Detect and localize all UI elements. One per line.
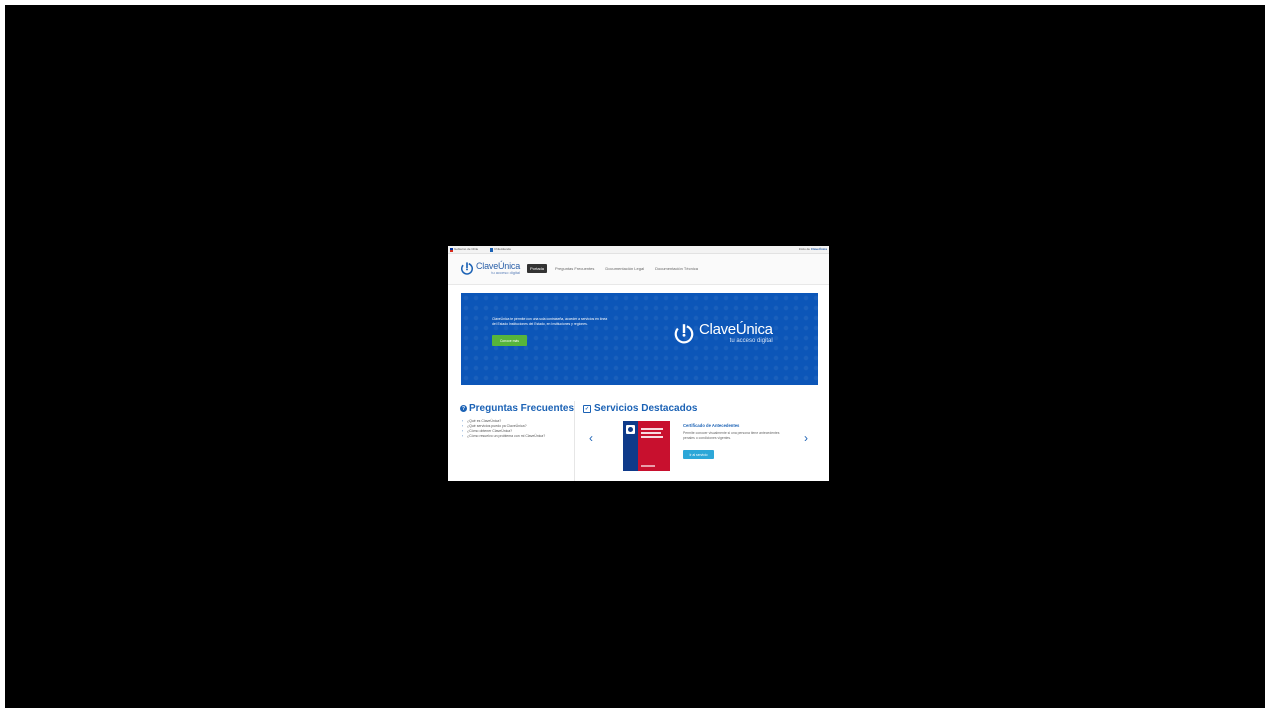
service-description: Permite conocer visualmente si una perso… — [683, 431, 780, 440]
claveunica-logo[interactable]: ClaveÚnica tu acceso digital — [460, 261, 520, 275]
card-text-line — [641, 428, 663, 430]
hero-cta-button[interactable]: Conoce más — [492, 335, 527, 346]
gov-bar-login-prefix: Inicio de — [798, 247, 810, 251]
service-go-button[interactable]: Ir al servicio — [683, 450, 714, 459]
service-name[interactable]: Certificado de Antecedentes — [683, 423, 739, 428]
website-viewport: Gobierno de Chile ChileAtiende Inicio de… — [448, 246, 829, 481]
service-card-image[interactable] — [623, 421, 670, 471]
nav-preguntas-frecuentes[interactable]: Preguntas Frecuentes — [552, 264, 597, 273]
chileatiende-icon — [490, 247, 493, 252]
carousel-prev-icon[interactable]: ‹ — [589, 431, 593, 445]
screen-backdrop: Gobierno de Chile ChileAtiende Inicio de… — [5, 5, 1265, 708]
site-header: ClaveÚnica tu acceso digital Portada Pre… — [448, 254, 829, 285]
section-divider — [574, 401, 575, 481]
question-icon: ? — [460, 405, 467, 412]
faq-list: ¿Qué es ClaveÚnica? ¿Qué servicios puedo… — [460, 419, 575, 439]
gov-link-label: Gobierno de Chile — [454, 247, 479, 251]
main-nav: Portada Preguntas Frecuentes Documentaci… — [527, 264, 701, 273]
card-text-line — [641, 432, 661, 434]
faq-section: ? Preguntas Frecuentes ¿Qué es ClaveÚnic… — [460, 403, 575, 439]
hero-logo-tagline: tu acceso digital — [729, 338, 773, 344]
hero-banner: ClaveÚnica te permite con una sola contr… — [461, 293, 818, 385]
nav-documentacion-tecnica[interactable]: Documentación Técnica — [652, 264, 701, 273]
card-text-line — [641, 465, 655, 467]
gov-bar-login-link[interactable]: Inicio de ClaveÚnica — [799, 246, 827, 253]
carousel-next-icon[interactable]: › — [804, 431, 808, 445]
power-icon — [460, 262, 474, 275]
nav-portada[interactable]: Portada — [527, 264, 548, 273]
power-icon — [674, 324, 694, 344]
hero-logo-name: ClaveÚnica — [699, 321, 773, 338]
gov-link-chileatiende[interactable]: ChileAtiende — [490, 246, 511, 253]
checkbox-icon: ✓ — [583, 404, 591, 413]
nav-documentacion-legal[interactable]: Documentación Legal — [602, 264, 647, 273]
chile-crest-icon — [626, 425, 635, 434]
services-title-text: Servicios Destacados — [594, 403, 698, 414]
gov-bar-login-label: ClaveÚnica — [810, 247, 827, 251]
gov-link-label: ChileAtiende — [494, 247, 512, 251]
government-top-bar: Gobierno de Chile ChileAtiende Inicio de… — [448, 246, 829, 254]
hero-logo: ClaveÚnica tu acceso digital — [673, 322, 773, 344]
faq-title-text: Preguntas Frecuentes — [469, 403, 575, 414]
featured-services-section: ✓ Servicios Destacados ‹ Certificado de … — [583, 403, 823, 481]
faq-heading: ? Preguntas Frecuentes — [460, 403, 575, 414]
chile-flag-icon — [450, 247, 453, 252]
card-text-line — [641, 436, 663, 438]
services-heading: ✓ Servicios Destacados — [583, 403, 823, 414]
logo-tagline: tu acceso digital — [491, 269, 521, 275]
gov-link-gobierno[interactable]: Gobierno de Chile — [450, 246, 478, 253]
hero-description: ClaveÚnica te permite con una sola contr… — [492, 317, 608, 326]
faq-item[interactable]: ¿Cómo resuelvo un problema con mi ClaveÚ… — [460, 434, 575, 439]
